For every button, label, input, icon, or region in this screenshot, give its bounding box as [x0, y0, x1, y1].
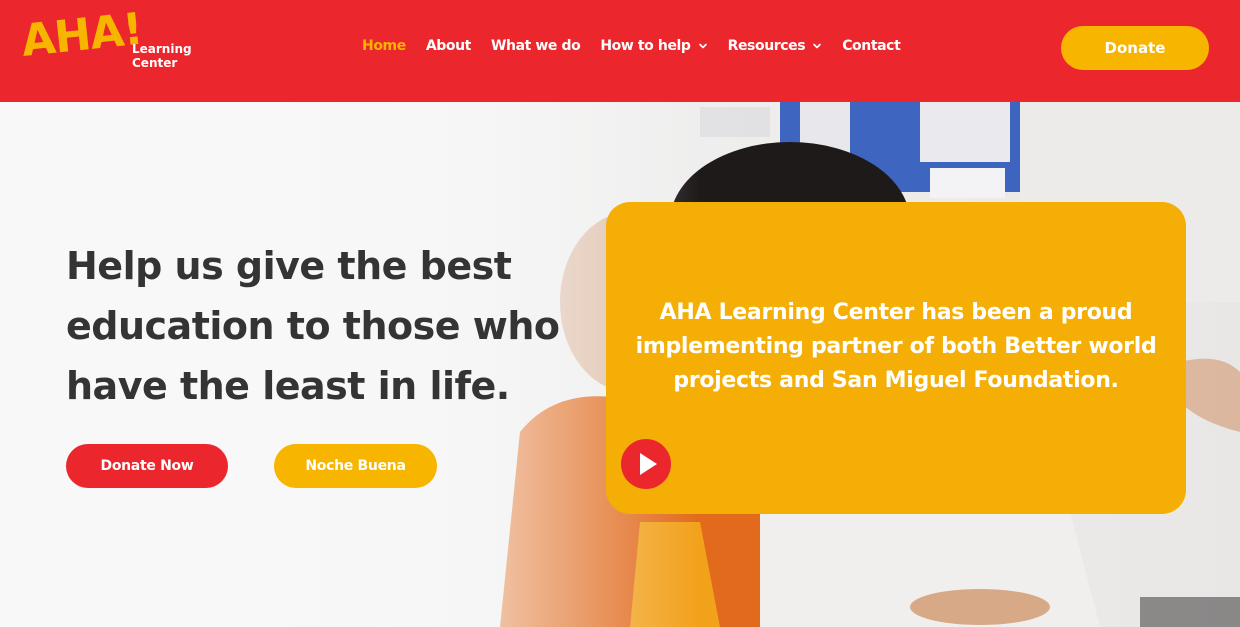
site-logo[interactable]: AHA! Learning Center	[19, 4, 194, 82]
logo-mark: AHA!	[18, 3, 145, 67]
logo-line-1: Learning	[132, 42, 192, 56]
chevron-down-icon	[698, 41, 708, 51]
nav-item-how-to-help[interactable]: How to help	[600, 38, 707, 54]
nav-item-resources[interactable]: Resources	[728, 38, 823, 54]
nav-item-label: About	[425, 38, 472, 54]
nav-item-label: Home	[362, 38, 406, 54]
chevron-down-icon	[812, 41, 822, 51]
main-nav: Home About What we do How to help Resour…	[362, 38, 920, 54]
play-icon	[640, 453, 657, 475]
logo-line-2: Center	[132, 56, 178, 70]
header-donate-button[interactable]: Donate	[1061, 26, 1209, 70]
nav-item-label: Contact	[842, 38, 901, 54]
nav-item-label: How to help	[600, 38, 691, 54]
nav-item-about[interactable]: About	[425, 38, 472, 54]
hero-section: Help us give the best education to those…	[0, 102, 1240, 627]
donate-now-button[interactable]: Donate Now	[66, 444, 228, 488]
nav-item-label: What we do	[490, 38, 581, 54]
nav-item-label: Resources	[727, 38, 806, 54]
hero-headline: Help us give the best education to those…	[66, 244, 560, 408]
noche-buena-button[interactable]: Noche Buena	[274, 444, 437, 488]
nav-item-home[interactable]: Home	[362, 38, 406, 54]
logo-text: Learning Center	[132, 42, 192, 70]
video-card-text: AHA Learning Center has been a proud imp…	[635, 300, 1157, 393]
nav-item-contact[interactable]: Contact	[842, 38, 901, 54]
play-button[interactable]	[621, 439, 671, 489]
nav-item-what-we-do[interactable]: What we do	[490, 38, 581, 54]
video-card: AHA Learning Center has been a proud imp…	[606, 202, 1186, 514]
site-header: AHA! Learning Center Home About What we …	[0, 0, 1240, 102]
